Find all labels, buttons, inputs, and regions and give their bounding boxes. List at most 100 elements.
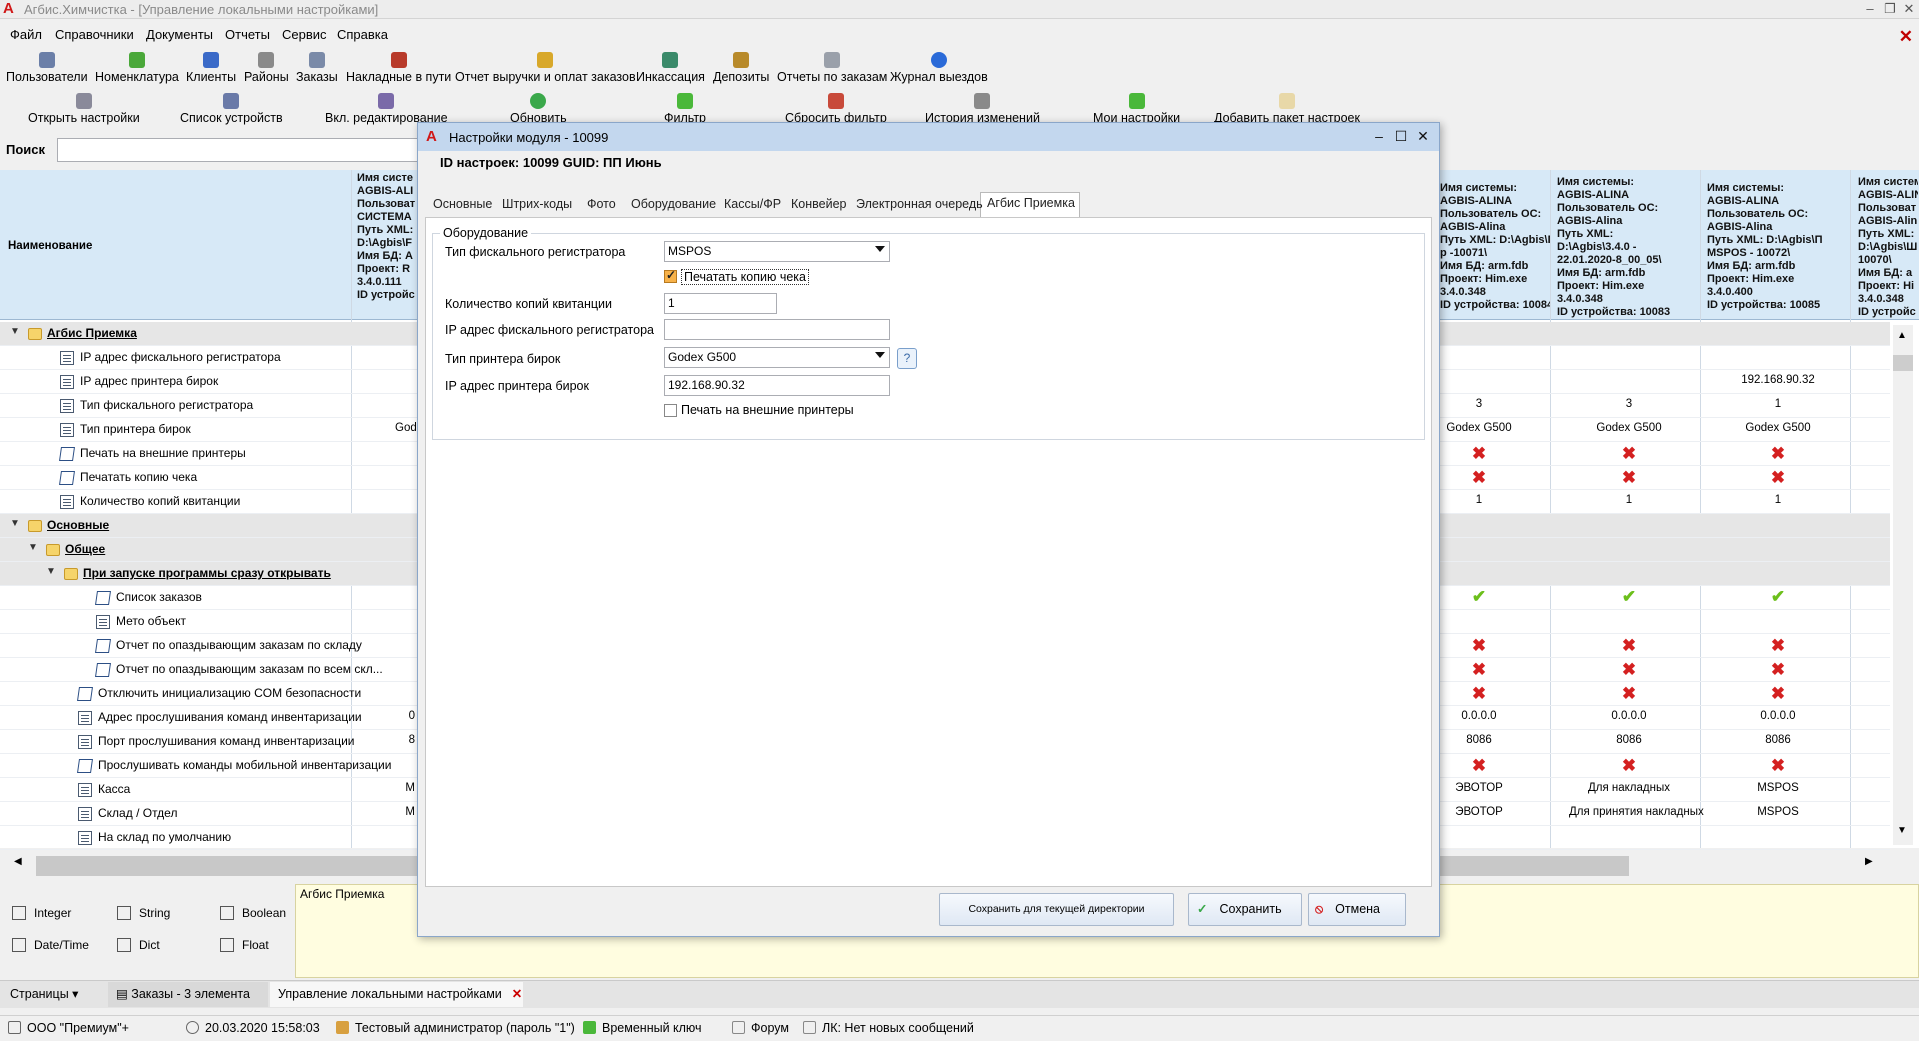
open-settings-button[interactable]: Открыть настройки bbox=[28, 93, 140, 125]
grid-header-col-10083[interactable]: Имя системы: AGBIS-ALINA Пользователь ОС… bbox=[1557, 176, 1702, 324]
row-value-b[interactable]: ✖ bbox=[1569, 684, 1689, 704]
print-copy-checkbox[interactable] bbox=[664, 268, 677, 283]
row-value-b[interactable]: 1 bbox=[1569, 494, 1689, 506]
toolbar-collection-button[interactable]: Инкассация bbox=[636, 52, 705, 84]
history-button[interactable]: История изменений bbox=[925, 93, 1040, 125]
row-value-b[interactable]: Для накладных bbox=[1569, 782, 1689, 794]
row-value-b[interactable]: ✔ bbox=[1569, 587, 1689, 607]
toolbar-deposits-button[interactable]: Депозиты bbox=[713, 52, 769, 84]
row-value-c[interactable]: 192.168.90.32 bbox=[1718, 374, 1838, 386]
search-input[interactable] bbox=[57, 138, 477, 162]
copies-input[interactable]: 1 bbox=[664, 293, 777, 314]
row-value-b[interactable]: 0.0.0.0 bbox=[1569, 710, 1689, 722]
row-value-b[interactable]: 3 bbox=[1569, 398, 1689, 410]
menu-file[interactable]: Файл bbox=[10, 27, 42, 42]
scroll-left-icon[interactable]: ◀ bbox=[14, 856, 22, 867]
fiscal-ip-input[interactable] bbox=[664, 319, 890, 340]
row-value-c[interactable]: ✖ bbox=[1718, 684, 1838, 704]
refresh-button[interactable]: Обновить bbox=[510, 93, 567, 125]
row-value-c[interactable]: ✖ bbox=[1718, 444, 1838, 464]
toolbar-trips-journal-button[interactable]: Журнал выездов bbox=[890, 52, 988, 84]
tab-electronic-queue[interactable]: Электронная очередь bbox=[856, 197, 983, 211]
grid-header-col-10070[interactable]: Имя системы: AGBIS-ALINA Пользоват AGBIS… bbox=[1858, 176, 1918, 324]
cancel-button[interactable]: ⦸ Отмена bbox=[1308, 893, 1406, 926]
grid-header-name[interactable]: Наименование bbox=[8, 240, 92, 252]
toolbar-users-button[interactable]: Пользователи bbox=[6, 52, 88, 84]
row-value-c1[interactable]: M bbox=[395, 806, 415, 818]
save-button[interactable]: ✓ Сохранить bbox=[1188, 893, 1302, 926]
toolbar-invoices-button[interactable]: Накладные в пути bbox=[346, 52, 451, 84]
app-close-icon[interactable]: ✕ bbox=[1899, 28, 1913, 45]
expand-arrow-icon[interactable]: ▼ bbox=[10, 326, 20, 337]
scroll-up-icon[interactable]: ▲ bbox=[1897, 330, 1907, 341]
grid-header-col-1[interactable]: Имя систе AGBIS-ALI Пользоват СИСТЕМА Пу… bbox=[357, 172, 417, 320]
external-print-checkbox[interactable] bbox=[664, 404, 677, 417]
row-value-b[interactable]: ✖ bbox=[1569, 660, 1689, 680]
vertical-scrollbar[interactable] bbox=[1893, 325, 1913, 845]
close-button[interactable]: ✕ bbox=[1896, 0, 1919, 19]
printer-type-select[interactable]: Godex G500 bbox=[664, 347, 890, 368]
row-value-c[interactable]: ✖ bbox=[1718, 660, 1838, 680]
tab-main[interactable]: Основные bbox=[433, 197, 492, 211]
save-for-directory-button[interactable]: Сохранить для текущей директории bbox=[939, 893, 1174, 926]
scroll-right-icon[interactable]: ▶ bbox=[1865, 856, 1873, 867]
menu-documents[interactable]: Документы bbox=[146, 27, 213, 42]
tab-agbis-priemka[interactable]: Агбис Приемка bbox=[987, 196, 1075, 210]
toolbar-revenue-report-button[interactable]: Отчет выручки и оплат заказов bbox=[455, 52, 636, 84]
row-value-c[interactable]: 0.0.0.0 bbox=[1718, 710, 1838, 722]
my-settings-button[interactable]: Мои настройки bbox=[1093, 93, 1180, 125]
scroll-down-icon[interactable]: ▼ bbox=[1897, 825, 1907, 836]
dialog-titlebar[interactable]: A Настройки модуля - 10099 – ☐ ✕ bbox=[418, 123, 1439, 151]
status-forum[interactable]: Форум bbox=[732, 1021, 789, 1035]
grid-header-col-10085[interactable]: Имя системы: AGBIS-ALINA Пользователь ОС… bbox=[1707, 182, 1852, 330]
reset-filter-button[interactable]: Сбросить фильтр bbox=[785, 93, 887, 125]
expand-arrow-icon[interactable]: ▼ bbox=[28, 542, 38, 553]
row-value-b[interactable]: Godex G500 bbox=[1569, 422, 1689, 434]
dialog-minimize-button[interactable]: – bbox=[1370, 128, 1388, 144]
tab-barcodes[interactable]: Штрих-коды bbox=[502, 197, 572, 211]
status-messages[interactable]: ЛК: Нет новых сообщений bbox=[803, 1021, 974, 1035]
row-value-c[interactable]: ✔ bbox=[1718, 587, 1838, 607]
row-value-c[interactable]: ✖ bbox=[1718, 636, 1838, 656]
tab-cash-registers[interactable]: Кассы/ФР bbox=[724, 197, 781, 211]
row-value-b[interactable]: ✖ bbox=[1569, 444, 1689, 464]
row-value-c[interactable]: 1 bbox=[1718, 494, 1838, 506]
toolbar-order-reports-button[interactable]: Отчеты по заказам bbox=[777, 52, 887, 84]
tab-conveyor[interactable]: Конвейер bbox=[791, 197, 846, 211]
grid-header-col-10084[interactable]: Имя системы: AGBIS-ALINA Пользователь ОС… bbox=[1440, 182, 1550, 330]
row-value-b[interactable]: ✖ bbox=[1569, 468, 1689, 488]
devices-list-button[interactable]: Список устройств bbox=[180, 93, 283, 125]
toolbar-districts-button[interactable]: Районы bbox=[244, 52, 289, 84]
tab-orders[interactable]: ▤ Заказы - 3 элемента bbox=[108, 982, 268, 1007]
row-value-c[interactable]: MSPOS bbox=[1718, 782, 1838, 794]
external-print-label[interactable]: Печать на внешние принтеры bbox=[681, 403, 854, 417]
row-value-c1[interactable]: 8 bbox=[395, 734, 415, 746]
print-copy-label[interactable]: Печатать копию чека bbox=[681, 269, 810, 285]
menu-directories[interactable]: Справочники bbox=[55, 27, 134, 42]
row-value-c[interactable]: ✖ bbox=[1718, 468, 1838, 488]
close-tab-icon[interactable]: ✕ bbox=[512, 987, 522, 1001]
row-value-c[interactable]: MSPOS bbox=[1718, 806, 1838, 818]
expand-arrow-icon[interactable]: ▼ bbox=[10, 518, 20, 529]
row-value-c[interactable]: 1 bbox=[1718, 398, 1838, 410]
help-icon[interactable]: ? bbox=[897, 348, 917, 369]
vertical-scroll-thumb[interactable] bbox=[1893, 355, 1913, 371]
toolbar-nomenclature-button[interactable]: Номенклатура bbox=[95, 52, 179, 84]
row-value-c1[interactable]: 0 bbox=[395, 710, 415, 722]
toolbar-clients-button[interactable]: Клиенты bbox=[186, 52, 236, 84]
row-value-c[interactable]: ✖ bbox=[1718, 756, 1838, 776]
pages-dropdown[interactable]: Страницы ▾ bbox=[10, 982, 78, 1007]
expand-arrow-icon[interactable]: ▼ bbox=[46, 566, 56, 577]
row-value-c1[interactable]: God bbox=[395, 422, 417, 434]
add-package-button[interactable]: Добавить пакет настроек bbox=[1214, 93, 1360, 125]
row-value-b[interactable]: ✖ bbox=[1569, 756, 1689, 776]
fiscal-type-select[interactable]: MSPOS bbox=[664, 241, 890, 262]
row-value-c[interactable]: 8086 bbox=[1718, 734, 1838, 746]
printer-ip-input[interactable]: 192.168.90.32 bbox=[664, 375, 890, 396]
dialog-maximize-button[interactable]: ☐ bbox=[1392, 128, 1410, 145]
tab-photo[interactable]: Фото bbox=[587, 197, 616, 211]
row-value-c[interactable]: Godex G500 bbox=[1718, 422, 1838, 434]
row-value-b[interactable]: ✖ bbox=[1569, 636, 1689, 656]
menu-reports[interactable]: Отчеты bbox=[225, 27, 270, 42]
edit-mode-button[interactable]: Вкл. редактирование bbox=[325, 93, 448, 125]
